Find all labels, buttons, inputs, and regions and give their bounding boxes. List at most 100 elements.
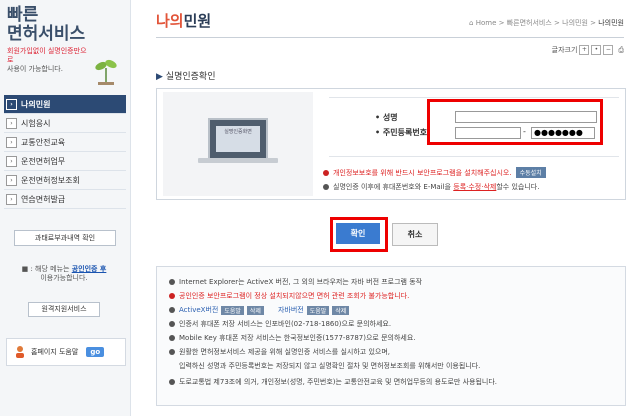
rrn-label: • 주민등록번호 — [375, 128, 428, 137]
notice-line: 공인인증 보안프로그램이 정상 설치되지않으면 면허 관련 조회가 불가능합니다… — [169, 291, 409, 301]
brand-title-line2: 면허서비스 — [7, 24, 86, 44]
activex-help-button[interactable]: 도움말 — [221, 305, 244, 315]
sidebar-item-label: 운전면허업무 — [21, 156, 66, 166]
sidebar-item-exam[interactable]: › 시험응시 — [4, 114, 126, 133]
print-icon[interactable]: ⎙ — [618, 46, 624, 55]
name-label: • 성명 — [375, 113, 398, 122]
manual-install-button[interactable]: 수동설치 — [515, 167, 546, 178]
cert-note-prefix: ■ : 해당 메뉴는 — [21, 265, 70, 273]
sidebar-item-license-work[interactable]: › 운전면허업무 — [4, 152, 126, 171]
chevron-right-icon: › — [6, 155, 17, 167]
alert-dot-icon — [323, 169, 329, 176]
font-decrease-button[interactable]: − — [603, 45, 614, 55]
notice-line: 도로교통법 제73조에 의거, 개인정보(성명, 주민번호)는 교통안전교육 및… — [169, 377, 497, 387]
sidebar-item-label: 나의민원 — [21, 99, 51, 109]
sidebar-menu: › 나의민원 › 시험응시 › 교통안전교육 › 운전면허업무 › 운전면허정보… — [4, 95, 126, 209]
brand-note-red: 회원가입없이 실명인증만으로 — [7, 47, 87, 64]
sprout-icon — [95, 59, 117, 85]
real-name-auth-box: 실명인증화면 • 성명 • 주민등록번호 - ●●●●●●● 개인정보보호를 위… — [156, 88, 626, 200]
activex-label: ActiveX버전 — [179, 306, 219, 314]
highlight-rect-confirm — [330, 217, 388, 252]
security-notice-text: 개인정보보호를 위해 반드시 보안프로그램을 설치해주십시오. — [333, 168, 512, 177]
homepage-help[interactable]: 홈페이지 도움말 go — [6, 338, 126, 366]
font-reset-button[interactable]: • — [591, 45, 602, 55]
highlight-rect-fields — [427, 99, 603, 145]
main-content: 나의민원 ⌂ Home > 빠른면허서비스 > 나의민원 > 나의민원 글자크기… — [130, 0, 630, 416]
brand-note: 회원가입없이 실명인증만으로 사용이 가능합니다. — [7, 47, 87, 74]
sidebar-item-my-civil[interactable]: › 나의민원 — [4, 95, 126, 114]
chevron-right-icon: › — [6, 174, 17, 186]
page-title-rest: 민원 — [183, 12, 212, 30]
breadcrumb-service[interactable]: 빠른면허서비스 — [507, 19, 552, 27]
notice-text: 입력하신 성명과 주민등록번호는 저장되지 않고 실명확인 절차 및 면허정보조… — [179, 362, 481, 370]
sidebar-item-practice-license[interactable]: › 연습면허발급 — [4, 190, 126, 209]
section-title-text: 실명인증확인 — [165, 72, 216, 82]
info-dot-icon — [169, 321, 175, 327]
notice-line: 인증서 휴대폰 저장 서비스는 인포바인(02-718-1860)으로 문의하세… — [169, 319, 391, 329]
breadcrumb: ⌂ Home > 빠른면허서비스 > 나의민원 > 나의민원 — [469, 19, 624, 27]
font-size-control: 글자크기 + • − ⎙ — [552, 45, 624, 55]
notice-line: Internet Explorer는 ActiveX 버전, 그 외의 브라우저… — [169, 277, 422, 287]
info-dot-icon — [169, 379, 175, 385]
title-divider — [156, 37, 624, 38]
info-dot-icon — [169, 307, 175, 313]
home-icon: ⌂ — [469, 19, 474, 27]
notice-line: 원활한 면허정보서비스 제공을 위해 실명인증 서비스를 실시하고 있으며, — [169, 347, 390, 357]
notice-line: Mobile Key 휴대폰 저장 서비스는 한국정보인증(1577-8787)… — [169, 333, 416, 343]
notice-text: 원활한 면허정보서비스 제공을 위해 실명인증 서비스를 실시하고 있으며, — [179, 348, 390, 356]
notice-text: 도로교통법 제73조에 의거, 개인정보(성명, 주민번호)는 교통안전교육 및… — [179, 378, 497, 386]
notice-text: 인증서 휴대폰 저장 서비스는 인포바인(02-718-1860)으로 문의하세… — [179, 320, 392, 328]
java-label: 자바버전 — [277, 306, 304, 314]
sidebar-item-label: 운전면허정보조회 — [21, 175, 80, 185]
activex-delete-button[interactable]: 삭제 — [246, 305, 264, 315]
contact-notice-suffix: 할수 있습니다. — [496, 183, 540, 191]
info-dot-icon — [169, 279, 175, 285]
brand-note-dark: 사용이 가능합니다. — [7, 65, 63, 73]
section-title: ▶ 실명인증확인 — [156, 69, 215, 82]
chevron-right-icon: › — [6, 136, 17, 148]
chevron-right-icon: › — [6, 98, 17, 110]
page-title: 나의민원 — [156, 10, 211, 31]
sidebar-item-label: 연습면허발급 — [21, 194, 66, 204]
help-label: 홈페이지 도움말 — [31, 348, 79, 356]
contact-notice-link[interactable]: 등록·수정·삭제 — [453, 182, 496, 192]
notice-text: Internet Explorer는 ActiveX 버전, 그 외의 브라우저… — [179, 278, 423, 286]
contact-notice-prefix: 실명인증 이후에 휴대폰번호와 E-Mail을 — [333, 183, 452, 191]
fine-check-button[interactable]: 과태료부과내역 확인 — [14, 230, 116, 246]
chevron-right-icon: › — [6, 193, 17, 205]
font-increase-button[interactable]: + — [579, 45, 590, 55]
java-delete-button[interactable]: 삭제 — [332, 305, 350, 315]
notice-line: 입력하신 성명과 주민등록번호는 저장되지 않고 실명확인 절차 및 면허정보조… — [179, 361, 480, 371]
cert-note: ■ : 해당 메뉴는 공인인증 후 이용가능합니다. — [6, 265, 122, 283]
breadcrumb-current: 나의민원 — [598, 19, 624, 27]
auth-form: • 성명 • 주민등록번호 - ●●●●●●● — [329, 97, 619, 157]
sidebar-item-safety-edu[interactable]: › 교통안전교육 — [4, 133, 126, 152]
laptop-base — [198, 158, 278, 163]
auth-illustration: 실명인증화면 — [163, 92, 313, 196]
remote-support-button[interactable]: 원격지원서비스 — [28, 302, 100, 317]
notice-box: Internet Explorer는 ActiveX 버전, 그 외의 브라우저… — [156, 266, 626, 406]
page-title-highlight: 나의 — [156, 12, 184, 30]
info-dot-icon — [169, 335, 175, 341]
sidebar-item-license-info[interactable]: › 운전면허정보조회 — [4, 171, 126, 190]
info-dot-icon — [323, 184, 329, 190]
cert-note-link[interactable]: 공인인증 후 — [72, 265, 107, 273]
person-icon — [16, 346, 24, 358]
info-dot-icon — [169, 349, 175, 355]
breadcrumb-parent[interactable]: 나의민원 — [562, 19, 588, 27]
contact-edit-notice: 실명인증 이후에 휴대폰번호와 E-Mail을 등록·수정·삭제 할수 있습니다… — [323, 182, 539, 192]
laptop-icon: 실명인증화면 — [208, 118, 268, 160]
sidebar-item-label: 교통안전교육 — [21, 137, 66, 147]
cancel-button[interactable]: 취소 — [392, 223, 438, 246]
java-help-button[interactable]: 도움말 — [306, 305, 330, 315]
section-arrow-icon: ▶ — [156, 72, 163, 82]
breadcrumb-home[interactable]: Home — [476, 19, 497, 27]
security-program-notice: 개인정보보호를 위해 반드시 보안프로그램을 설치해주십시오. 수동설치 — [323, 167, 546, 178]
help-go-button[interactable]: go — [86, 347, 105, 357]
brand-title-line1: 빠른 — [7, 5, 39, 25]
laptop-screen-label: 실명인증화면 — [216, 126, 260, 152]
cert-note-suffix: 이용가능합니다. — [40, 274, 88, 282]
font-size-label: 글자크기 — [551, 46, 578, 54]
notice-text: 공인인증 보안프로그램이 정상 설치되지않으면 면허 관련 조회가 불가능합니다… — [179, 292, 410, 300]
sidebar: 빠른 면허서비스 회원가입없이 실명인증만으로 사용이 가능합니다. › 나의민… — [0, 0, 131, 416]
